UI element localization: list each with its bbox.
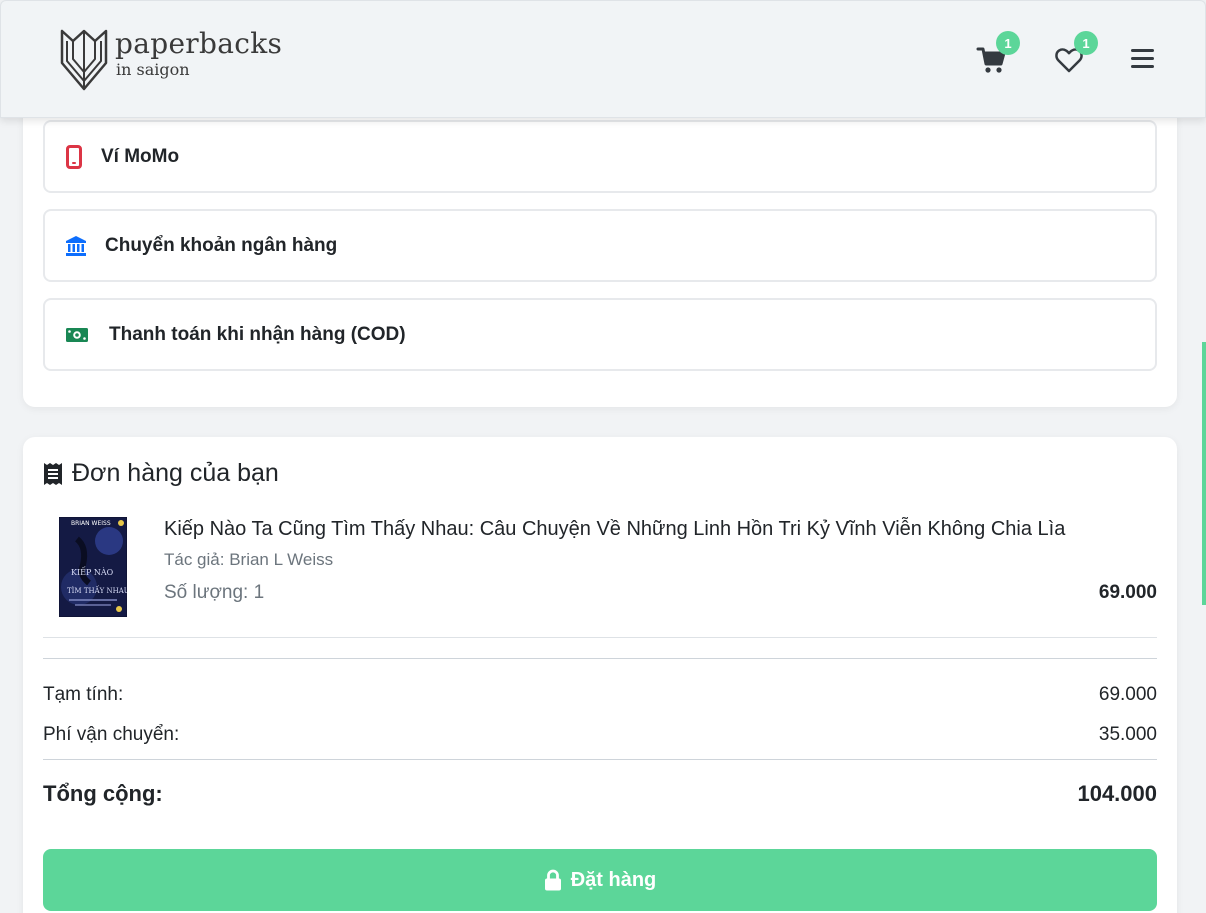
svg-text:TÌM THẤY NHAU: TÌM THẤY NHAU xyxy=(67,585,127,595)
book-title[interactable]: Kiếp Nào Ta Cũng Tìm Thấy Nhau: Câu Chuy… xyxy=(164,518,1065,541)
book-author: Tác giả: Brian L Weiss xyxy=(164,550,334,569)
bank-icon xyxy=(65,235,87,257)
cash-icon xyxy=(65,326,89,344)
place-order-button[interactable]: Đặt hàng xyxy=(43,849,1157,911)
svg-text:KIẾP NÀO: KIẾP NÀO xyxy=(71,567,114,577)
total-value: 104.000 xyxy=(1077,781,1157,806)
cart-button[interactable]: 1 xyxy=(976,31,1020,75)
shipping-row: Phí vận chuyển: 35.000 xyxy=(43,724,1157,746)
total-label: Tổng cộng: xyxy=(43,781,163,806)
payment-option-momo[interactable]: Ví MoMo xyxy=(43,120,1157,193)
shipping-label: Phí vận chuyển: xyxy=(43,724,180,745)
payment-methods-card: Ví MoMo Chuyển khoản ngân hàng Thanh toá… xyxy=(23,80,1177,407)
divider xyxy=(43,759,1157,760)
site-header: paperbacks in saigon 1 1 xyxy=(0,0,1206,118)
receipt-icon xyxy=(44,462,62,485)
divider xyxy=(43,658,1157,659)
subtotal-row: Tạm tính: 69.000 xyxy=(43,684,1157,706)
book-quantity: Số lượng: 1 xyxy=(164,582,265,603)
wishlist-button[interactable]: 1 xyxy=(1054,31,1098,75)
menu-button[interactable] xyxy=(1129,45,1159,75)
scrollbar-thumb[interactable] xyxy=(1202,342,1206,605)
payment-option-label: Ví MoMo xyxy=(101,145,180,167)
payment-option-bank-transfer[interactable]: Chuyển khoản ngân hàng xyxy=(43,209,1157,282)
lock-icon xyxy=(544,869,561,891)
logo-name: paperbacks xyxy=(115,27,283,60)
order-summary-card: Đơn hàng của bạn BRIAN WEISS KIẾP NÀO TÌ… xyxy=(23,437,1177,913)
wishlist-count-badge: 1 xyxy=(1074,31,1098,55)
book-price: 69.000 xyxy=(1098,582,1157,603)
book-cover-image[interactable]: BRIAN WEISS KIẾP NÀO TÌM THẤY NHAU xyxy=(59,517,127,617)
logo-subtitle: in saigon xyxy=(116,60,190,79)
book-logo-icon xyxy=(60,29,108,91)
payment-option-label: Chuyển khoản ngân hàng xyxy=(105,234,338,256)
subtotal-value: 69.000 xyxy=(1098,684,1157,705)
hamburger-menu-icon xyxy=(1131,49,1154,68)
order-summary-title: Đơn hàng của bạn xyxy=(72,459,279,487)
payment-option-label: Thanh toán khi nhận hàng (COD) xyxy=(109,323,406,345)
cart-count-badge: 1 xyxy=(996,31,1020,55)
payment-option-cod[interactable]: Thanh toán khi nhận hàng (COD) xyxy=(43,298,1157,371)
order-summary-heading: Đơn hàng của bạn xyxy=(43,459,279,488)
svg-text:BRIAN WEISS: BRIAN WEISS xyxy=(71,520,111,527)
shipping-value: 35.000 xyxy=(1098,724,1157,745)
divider xyxy=(43,637,1157,638)
place-order-label: Đặt hàng xyxy=(570,868,657,891)
total-row: Tổng cộng: 104.000 xyxy=(43,781,1157,807)
site-logo[interactable]: paperbacks in saigon xyxy=(59,27,282,91)
subtotal-label: Tạm tính: xyxy=(43,684,124,705)
mobile-phone-icon xyxy=(65,144,83,169)
